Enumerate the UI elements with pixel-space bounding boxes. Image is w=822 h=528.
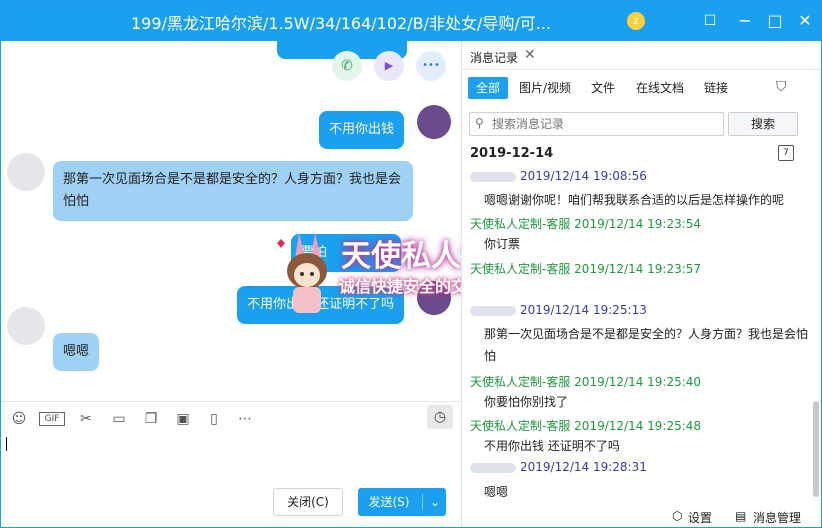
record-header: 天使私人定制-客服 2019/12/14 19:23:57 bbox=[470, 262, 702, 276]
more-tools-icon[interactable]: ⋯ bbox=[235, 409, 255, 429]
record-header: 天使私人定制-客服 2019/12/14 19:23:54 bbox=[470, 217, 702, 231]
text-cursor bbox=[6, 437, 7, 451]
chat-window: 199/黑龙江哈尔滨/1.5W/34/164/102/B/非处女/导购/可...… bbox=[0, 0, 822, 528]
close-window-button[interactable]: ✕ bbox=[794, 10, 816, 32]
send-button-label: 发送(S) bbox=[368, 495, 410, 509]
message-input[interactable] bbox=[1, 433, 461, 483]
screenshot-scissors-icon[interactable]: ✂ bbox=[76, 409, 96, 429]
image-icon[interactable]: ▣ bbox=[173, 409, 193, 429]
filter-tab-media[interactable]: 图片/视频 bbox=[511, 77, 579, 99]
filter-tab-online-docs[interactable]: 在线文档 bbox=[628, 77, 692, 99]
video-call-button[interactable]: ▶ bbox=[374, 51, 404, 81]
contact-avatar[interactable] bbox=[7, 153, 45, 191]
redacted-name bbox=[470, 171, 516, 182]
window-title: 199/黑龙江哈尔滨/1.5W/34/164/102/B/非处女/导购/可... bbox=[131, 14, 551, 33]
record-message: 嗯嗯谢谢你呢！咱们帮我联系合适的以后是怎样操作的呢 bbox=[484, 193, 785, 207]
document-icon[interactable]: ❐ bbox=[141, 409, 161, 429]
title-bar: 199/黑龙江哈尔滨/1.5W/34/164/102/B/非处女/导购/可...… bbox=[1, 1, 821, 41]
record-header: 2019/12/14 19:08:56 bbox=[470, 169, 647, 183]
input-toolbar: ☺ GIF ✂ ▭ ❐ ▣ ▯ ⋯ bbox=[1, 401, 461, 433]
history-search-input[interactable] bbox=[492, 115, 720, 133]
record-message: 嗯嗯 bbox=[484, 485, 509, 499]
message-manage-icon[interactable]: ▤ bbox=[735, 509, 746, 523]
search-icon: ⚲ bbox=[475, 116, 484, 130]
filter-tab-all[interactable]: 全部 bbox=[468, 77, 509, 99]
redacted-name bbox=[470, 305, 516, 316]
chat-message-area[interactable]: 不用你出钱 那第一次见面场合是不是都是安全的？人身方面？我也是会怕怕 要怕 不用… bbox=[1, 41, 461, 399]
folder-icon[interactable]: ▭ bbox=[109, 409, 129, 429]
emoji-icon[interactable]: ☺ bbox=[9, 409, 29, 429]
shake-window-icon[interactable]: ▯ bbox=[204, 409, 224, 429]
filter-icon[interactable]: ⛉ bbox=[776, 79, 787, 95]
history-scrollbar[interactable] bbox=[813, 401, 819, 497]
message-history-icon[interactable]: ◷ bbox=[427, 405, 453, 429]
more-options-button[interactable]: ••• bbox=[416, 51, 446, 81]
vip-badge-icon: z bbox=[627, 12, 645, 30]
record-header: 天使私人定制-客服 2019/12/14 19:25:48 bbox=[470, 419, 702, 433]
pin-icon[interactable]: ☐ bbox=[699, 10, 721, 32]
my-avatar[interactable] bbox=[417, 105, 451, 139]
filter-tab-files[interactable]: 文件 bbox=[583, 77, 623, 99]
send-button[interactable]: 发送(S) ⌄ bbox=[358, 488, 446, 516]
record-message: 你要怕你别找了 bbox=[484, 395, 569, 409]
record-header: 2019/12/14 19:28:31 bbox=[470, 460, 647, 474]
date-header: 2019-12-14 bbox=[470, 146, 554, 161]
redacted-name bbox=[470, 462, 516, 473]
close-button[interactable]: 关闭(C) bbox=[273, 488, 343, 516]
calendar-icon[interactable]: 7 bbox=[778, 145, 794, 161]
history-search-box[interactable]: ⚲ bbox=[469, 112, 724, 136]
message-bubble-incoming: 那第一次见面场合是不是都是安全的？人身方面？我也是会怕怕 bbox=[53, 161, 413, 221]
cartoon-girl-icon bbox=[277, 233, 327, 313]
message-bubble-outgoing: 不用你出钱 bbox=[319, 111, 405, 149]
minimize-button[interactable]: − bbox=[734, 10, 756, 32]
gif-icon[interactable]: GIF bbox=[39, 412, 65, 426]
filter-tab-links[interactable]: 链接 bbox=[696, 77, 736, 99]
tab-message-history[interactable]: 消息记录 bbox=[470, 49, 518, 66]
send-button-divider bbox=[422, 494, 423, 510]
close-tab-icon[interactable]: ✕ bbox=[524, 47, 536, 63]
message-history-panel: 消息记录 ✕ 全部 图片/视频 文件 在线文档 链接 ⛉ ⚲ 搜索 2019-1… bbox=[462, 41, 821, 527]
search-button[interactable]: 搜索 bbox=[728, 112, 798, 136]
history-footer: ⬡ 设置 ▤ 消息管理 bbox=[462, 505, 821, 527]
tab-divider bbox=[462, 69, 821, 70]
settings-link[interactable]: 设置 bbox=[688, 509, 712, 526]
record-message: 你订票 bbox=[484, 237, 521, 251]
record-header: 天使私人定制-客服 2019/12/14 19:25:40 bbox=[470, 375, 702, 389]
record-message: 那第一次见面场合是不是都是安全的？人身方面？我也是会怕怕 bbox=[484, 327, 809, 363]
record-message: 不用你出钱 还证明不了吗 bbox=[484, 439, 620, 453]
record-header: 2019/12/14 19:25:13 bbox=[470, 303, 647, 317]
phone-call-button[interactable]: ✆ bbox=[332, 51, 362, 81]
settings-icon[interactable]: ⬡ bbox=[672, 509, 682, 523]
message-bubble-incoming: 嗯嗯 bbox=[53, 333, 100, 371]
send-options-dropdown-icon[interactable]: ⌄ bbox=[426, 488, 444, 516]
contact-avatar[interactable] bbox=[7, 307, 45, 345]
maximize-button[interactable]: □ bbox=[764, 10, 786, 32]
message-manage-link[interactable]: 消息管理 bbox=[753, 509, 801, 526]
